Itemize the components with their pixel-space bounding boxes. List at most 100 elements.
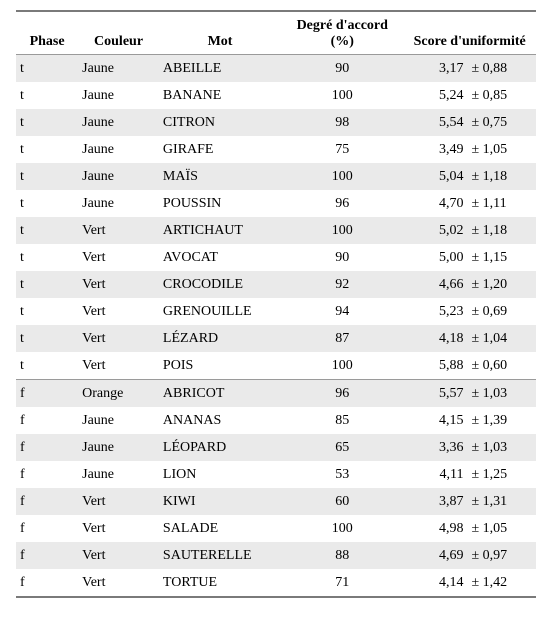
- cell-mot: CROCODILE: [159, 271, 281, 298]
- col-header-phase: Phase: [16, 11, 78, 55]
- cell-pm: ± 1,05: [466, 136, 537, 163]
- cell-score: 4,11: [403, 461, 465, 488]
- cell-mot: ARTICHAUT: [159, 217, 281, 244]
- cell-phase: t: [16, 109, 78, 136]
- cell-color: Jaune: [78, 190, 159, 217]
- cell-score: 4,18: [403, 325, 465, 352]
- cell-degree: 71: [281, 569, 403, 597]
- data-table: Phase Couleur Mot Degré d'accord (%) Sco…: [16, 10, 536, 598]
- cell-mot: GRENOUILLE: [159, 298, 281, 325]
- cell-color: Vert: [78, 271, 159, 298]
- cell-color: Vert: [78, 217, 159, 244]
- cell-phase: f: [16, 434, 78, 461]
- cell-pm: ± 1,20: [466, 271, 537, 298]
- cell-phase: t: [16, 190, 78, 217]
- cell-degree: 98: [281, 109, 403, 136]
- cell-pm: ± 1,39: [466, 407, 537, 434]
- cell-score: 4,14: [403, 569, 465, 597]
- cell-phase: f: [16, 461, 78, 488]
- cell-score: 3,17: [403, 55, 465, 83]
- cell-mot: ANANAS: [159, 407, 281, 434]
- cell-pm: ± 1,15: [466, 244, 537, 271]
- table-body: tJauneABEILLE903,17± 0,88tJauneBANANE100…: [16, 55, 536, 598]
- cell-score: 5,00: [403, 244, 465, 271]
- cell-mot: ABEILLE: [159, 55, 281, 83]
- cell-color: Vert: [78, 298, 159, 325]
- col-header-mot: Mot: [159, 11, 281, 55]
- table-row: tJauneGIRAFE753,49± 1,05: [16, 136, 536, 163]
- col-header-score: Score d'uniformité: [403, 11, 536, 55]
- cell-pm: ± 1,03: [466, 380, 537, 408]
- table-row: fJauneLION534,11± 1,25: [16, 461, 536, 488]
- table-row: fJauneLÉOPARD653,36± 1,03: [16, 434, 536, 461]
- cell-degree: 92: [281, 271, 403, 298]
- cell-color: Vert: [78, 542, 159, 569]
- cell-phase: t: [16, 217, 78, 244]
- cell-pm: ± 1,03: [466, 434, 537, 461]
- cell-mot: LÉOPARD: [159, 434, 281, 461]
- cell-mot: POUSSIN: [159, 190, 281, 217]
- cell-score: 5,57: [403, 380, 465, 408]
- cell-degree: 100: [281, 352, 403, 380]
- table-row: tVertARTICHAUT1005,02± 1,18: [16, 217, 536, 244]
- cell-phase: f: [16, 569, 78, 597]
- cell-color: Jaune: [78, 136, 159, 163]
- table-row: fVertKIWI603,87± 1,31: [16, 488, 536, 515]
- cell-phase: t: [16, 55, 78, 83]
- table-row: fVertSAUTERELLE884,69± 0,97: [16, 542, 536, 569]
- cell-mot: SALADE: [159, 515, 281, 542]
- cell-phase: t: [16, 298, 78, 325]
- cell-pm: ± 1,31: [466, 488, 537, 515]
- cell-mot: BANANE: [159, 82, 281, 109]
- cell-phase: f: [16, 542, 78, 569]
- cell-degree: 65: [281, 434, 403, 461]
- cell-phase: t: [16, 271, 78, 298]
- cell-score: 5,04: [403, 163, 465, 190]
- table-row: tVertGRENOUILLE945,23± 0,69: [16, 298, 536, 325]
- table-row: fOrangeABRICOT965,57± 1,03: [16, 380, 536, 408]
- cell-color: Jaune: [78, 82, 159, 109]
- col-header-degree: Degré d'accord (%): [281, 11, 403, 55]
- col-header-color: Couleur: [78, 11, 159, 55]
- cell-color: Jaune: [78, 55, 159, 83]
- table-row: tJauneBANANE1005,24± 0,85: [16, 82, 536, 109]
- cell-mot: LÉZARD: [159, 325, 281, 352]
- cell-score: 5,88: [403, 352, 465, 380]
- cell-pm: ± 0,75: [466, 109, 537, 136]
- cell-degree: 100: [281, 515, 403, 542]
- cell-phase: t: [16, 244, 78, 271]
- cell-degree: 90: [281, 244, 403, 271]
- cell-phase: f: [16, 380, 78, 408]
- cell-mot: LION: [159, 461, 281, 488]
- table-header-row: Phase Couleur Mot Degré d'accord (%) Sco…: [16, 11, 536, 55]
- cell-color: Vert: [78, 488, 159, 515]
- cell-degree: 100: [281, 82, 403, 109]
- cell-score: 4,15: [403, 407, 465, 434]
- table-row: tJauneCITRON985,54± 0,75: [16, 109, 536, 136]
- cell-phase: t: [16, 163, 78, 190]
- cell-degree: 94: [281, 298, 403, 325]
- cell-pm: ± 1,05: [466, 515, 537, 542]
- table-container: Phase Couleur Mot Degré d'accord (%) Sco…: [0, 0, 552, 618]
- cell-color: Vert: [78, 352, 159, 380]
- cell-mot: SAUTERELLE: [159, 542, 281, 569]
- cell-pm: ± 1,04: [466, 325, 537, 352]
- cell-color: Vert: [78, 244, 159, 271]
- cell-color: Jaune: [78, 434, 159, 461]
- cell-degree: 60: [281, 488, 403, 515]
- cell-degree: 90: [281, 55, 403, 83]
- cell-color: Jaune: [78, 163, 159, 190]
- cell-phase: t: [16, 136, 78, 163]
- cell-degree: 53: [281, 461, 403, 488]
- cell-phase: t: [16, 82, 78, 109]
- cell-mot: CITRON: [159, 109, 281, 136]
- cell-color: Jaune: [78, 407, 159, 434]
- cell-pm: ± 1,25: [466, 461, 537, 488]
- table-row: tJauneABEILLE903,17± 0,88: [16, 55, 536, 83]
- cell-degree: 87: [281, 325, 403, 352]
- table-row: fJauneANANAS854,15± 1,39: [16, 407, 536, 434]
- cell-score: 5,54: [403, 109, 465, 136]
- cell-pm: ± 0,69: [466, 298, 537, 325]
- cell-degree: 96: [281, 190, 403, 217]
- cell-mot: GIRAFE: [159, 136, 281, 163]
